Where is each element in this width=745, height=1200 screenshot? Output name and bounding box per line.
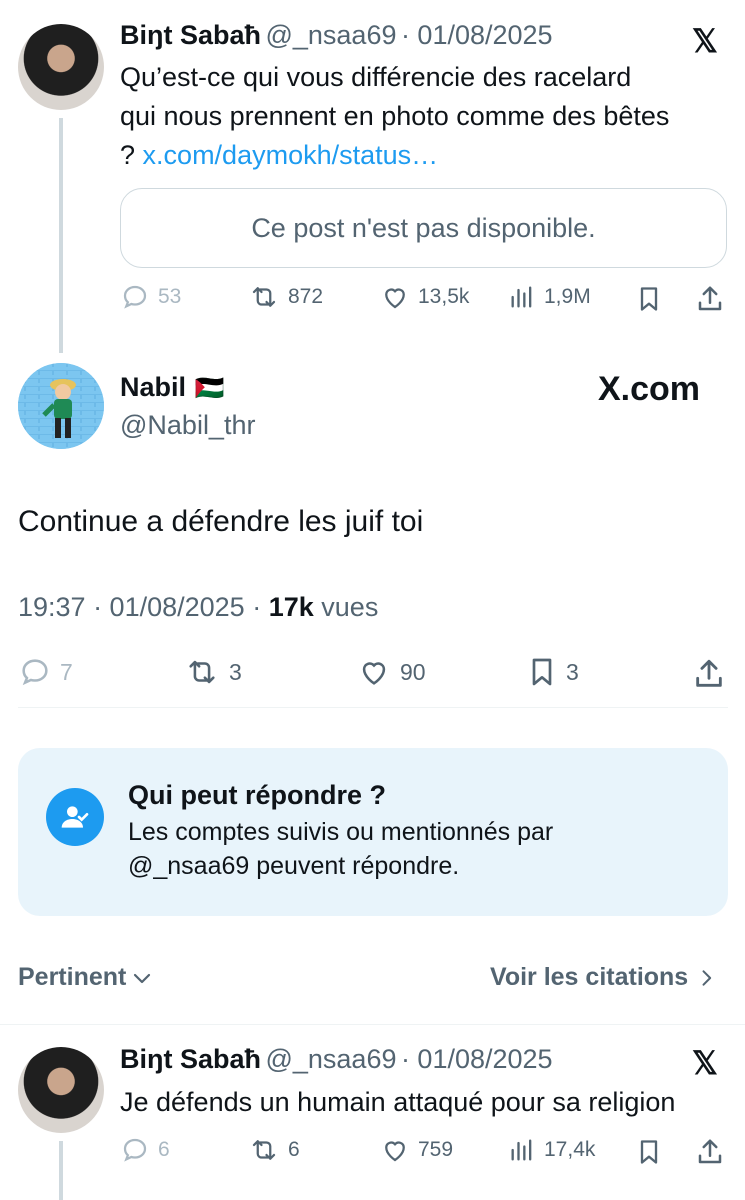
- reply-count: 7: [60, 658, 73, 685]
- repost-count: 872: [288, 285, 324, 308]
- notice-line: Les comptes suivis ou mentionnés par: [128, 818, 554, 846]
- like-button[interactable]: 13,5k: [380, 282, 469, 312]
- post-date[interactable]: · 01/08/2025: [401, 1044, 553, 1074]
- chevron-down-icon: [134, 973, 151, 983]
- like-count: 13,5k: [418, 285, 470, 308]
- chevron-right-icon: [702, 969, 712, 986]
- post-text-line: qui nous prennent en photo comme des bêt…: [120, 101, 670, 131]
- bookmark-icon: [532, 658, 552, 686]
- notice-line: @_nsaa69 peuvent répondre.: [128, 852, 460, 880]
- reply-icon: [123, 285, 147, 309]
- avatar[interactable]: [18, 24, 104, 110]
- divider: [0, 1024, 745, 1025]
- post-link[interactable]: x.com/daymokh/status…: [143, 140, 439, 170]
- reply-icon: [123, 1138, 147, 1162]
- views-count: 17k: [268, 592, 314, 622]
- post-header: Biŋt Sabaħ @_nsaa69 · 01/08/2025: [120, 1044, 553, 1075]
- share-button[interactable]: [692, 657, 726, 696]
- user-check-icon: [46, 788, 104, 846]
- share-icon: [698, 1139, 722, 1164]
- share-button[interactable]: [695, 1137, 725, 1172]
- post-actions: 53 872 13,5k 1,9M: [120, 282, 730, 318]
- bookmark-count: 3: [566, 658, 579, 685]
- view-quotes-link[interactable]: Voir les citations: [490, 963, 716, 992]
- post-text-line: ? x.com/daymokh/status…: [120, 136, 735, 175]
- post-actions: 6 6 759 17,4k: [120, 1135, 730, 1171]
- author-name[interactable]: Biŋt Sabaħ: [120, 20, 261, 50]
- brand-logo[interactable]: X.com: [598, 370, 700, 409]
- author-handle[interactable]: @Nabil_thr: [120, 410, 255, 441]
- post-date[interactable]: · 01/08/2025: [401, 20, 553, 50]
- author-name[interactable]: Nabil: [120, 372, 186, 402]
- notice-title: Qui peut répondre ?: [128, 780, 387, 810]
- post-text-fragment: ?: [120, 140, 136, 170]
- repost-button[interactable]: 3: [183, 655, 242, 689]
- divider: [18, 707, 728, 708]
- author-handle[interactable]: @_nsaa69: [265, 20, 396, 50]
- reply-permissions-notice: Qui peut répondre ? Les comptes suivis o…: [18, 748, 728, 916]
- like-button[interactable]: 90: [356, 655, 426, 689]
- reply-icon: [22, 659, 48, 686]
- heart-icon: [362, 662, 386, 685]
- bookmark-button[interactable]: [635, 1137, 663, 1172]
- x-logo-icon[interactable]: 𝕏: [692, 22, 718, 60]
- post-text: Qu’est-ce qui vous différencie des racel…: [120, 58, 735, 175]
- analytics-icon: [511, 286, 532, 308]
- analytics-icon: [511, 1139, 532, 1161]
- views-count: 17,4k: [544, 1138, 596, 1161]
- author-handle[interactable]: @_nsaa69: [265, 1044, 396, 1074]
- bookmark-icon: [640, 1140, 658, 1164]
- views-label: vues: [321, 592, 379, 622]
- bookmark-button[interactable]: [635, 284, 663, 319]
- like-count: 90: [400, 658, 426, 685]
- post-text: Je défends un humain attaqué pour sa rel…: [120, 1087, 676, 1117]
- thread-line: [59, 118, 63, 353]
- repost-icon: [252, 287, 276, 307]
- repost-count: 6: [288, 1138, 300, 1161]
- avatar[interactable]: [18, 1047, 104, 1133]
- post-header: Biŋt Sabaħ @_nsaa69 · 01/08/2025: [120, 20, 553, 51]
- main-post-text: Continue a défendre les juif toi: [18, 505, 424, 538]
- unavailable-text: Ce post n'est pas disponible.: [251, 212, 596, 243]
- repost-icon: [252, 1140, 276, 1160]
- repost-count: 3: [229, 658, 242, 685]
- author-name[interactable]: Biŋt Sabaħ: [120, 1044, 261, 1074]
- post-timestamp[interactable]: 19:37 · 01/08/2025 ·: [18, 592, 261, 622]
- brand-text: X.com: [598, 370, 701, 408]
- avatar-character-icon: [18, 363, 104, 449]
- heart-icon: [385, 1141, 405, 1162]
- share-button[interactable]: [695, 284, 725, 319]
- heart-icon: [385, 288, 405, 309]
- reply-count: 6: [158, 1138, 170, 1161]
- reply-button[interactable]: 6: [120, 1135, 170, 1165]
- main-post-actions: 7 3 90 3: [18, 655, 730, 695]
- thread-line: [59, 1141, 63, 1200]
- views-count: 1,9M: [544, 285, 591, 308]
- bookmark-icon: [640, 287, 658, 311]
- reply-button[interactable]: 53: [120, 282, 181, 312]
- repost-button[interactable]: 872: [248, 282, 323, 312]
- reply-count: 53: [158, 285, 182, 308]
- unavailable-post-card: Ce post n'est pas disponible.: [120, 188, 727, 268]
- post-meta: 19:37 · 01/08/2025 · 17k vues: [18, 592, 378, 623]
- avatar[interactable]: [18, 363, 104, 449]
- like-button[interactable]: 759: [380, 1135, 453, 1165]
- repost-button[interactable]: 6: [248, 1135, 300, 1165]
- post-text-line: Qu’est-ce qui vous différencie des racel…: [120, 62, 632, 92]
- share-icon: [696, 659, 722, 687]
- sort-relevance-button[interactable]: Pertinent: [18, 963, 154, 992]
- main-author-row: Nabil 🇵🇸: [120, 372, 224, 403]
- bookmark-button[interactable]: 3: [526, 655, 579, 689]
- quotes-label: Voir les citations: [490, 963, 689, 991]
- reply-button[interactable]: 7: [18, 655, 73, 689]
- repost-icon: [189, 660, 215, 684]
- sort-label: Pertinent: [18, 963, 127, 991]
- flag-icon: 🇵🇸: [194, 375, 225, 402]
- like-count: 759: [418, 1138, 454, 1161]
- share-icon: [698, 286, 722, 311]
- x-logo-icon[interactable]: 𝕏: [692, 1044, 718, 1082]
- views-button[interactable]: 17,4k: [508, 1135, 595, 1165]
- views-button[interactable]: 1,9M: [508, 282, 591, 312]
